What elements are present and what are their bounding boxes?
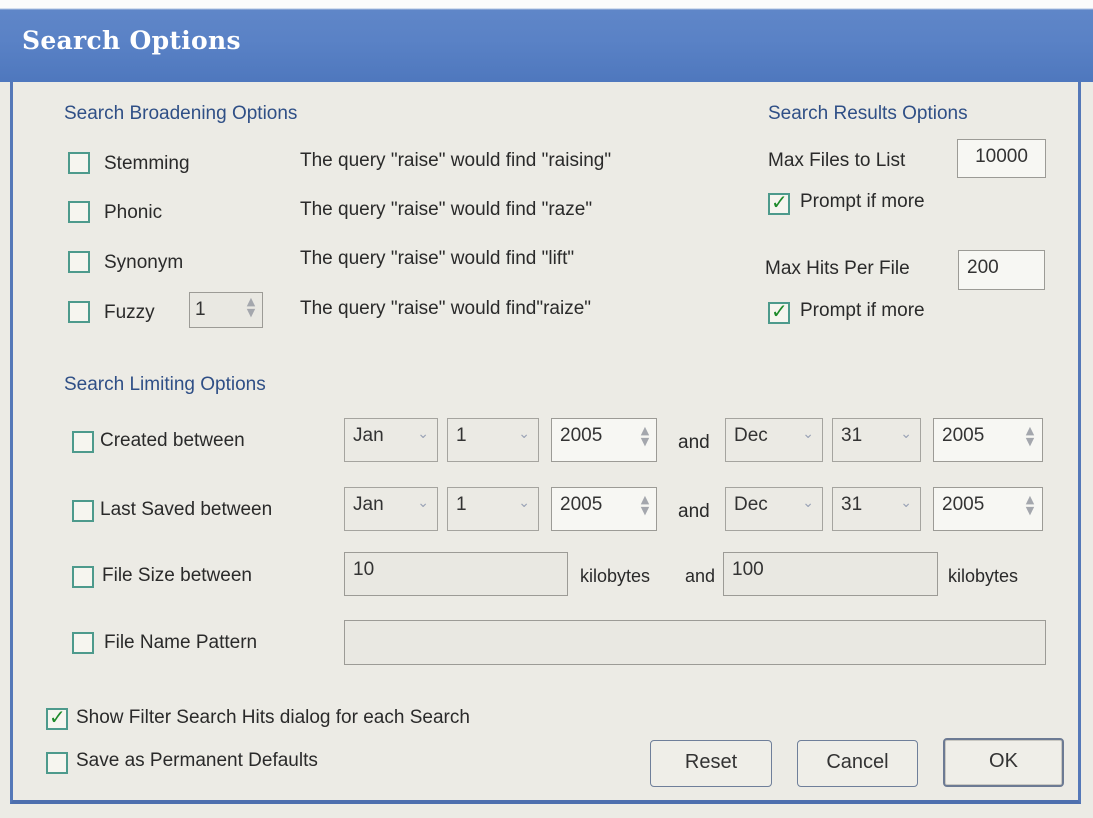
created-to-day-select[interactable]: 31 ⌄ [832, 418, 921, 462]
last-saved-from-year: 2005 [560, 494, 603, 515]
last-saved-to-month-select[interactable]: Dec ⌄ [725, 487, 823, 531]
file-size-from-input[interactable]: 10 [344, 552, 568, 596]
reset-button[interactable]: Reset [650, 740, 772, 787]
prompt-hits-checkbox[interactable] [768, 299, 790, 324]
fuzzy-checkbox[interactable] [68, 301, 90, 323]
chevron-down-icon: ⌄ [518, 426, 530, 442]
chevron-down-icon: ⌄ [518, 495, 530, 511]
ok-button[interactable]: OK [943, 738, 1064, 787]
last-saved-from-day: 1 [456, 494, 467, 515]
chevron-down-icon: ⌄ [802, 495, 814, 511]
synonym-description: The query "raise" would find "lift" [300, 248, 575, 269]
chevron-down-icon: ⌄ [900, 495, 912, 511]
last-saved-from-month: Jan [353, 494, 384, 515]
file-size-checkbox[interactable] [72, 566, 94, 588]
last-saved-checkbox[interactable] [72, 500, 94, 522]
max-files-input[interactable]: 10000 [957, 139, 1046, 178]
stemming-checkbox[interactable] [68, 152, 90, 174]
file-size-label: File Size between [102, 565, 252, 586]
created-to-month: Dec [734, 425, 768, 446]
max-files-label: Max Files to List [768, 150, 906, 171]
created-and-label: and [678, 432, 710, 453]
created-to-day: 31 [841, 425, 863, 446]
prompt-hits-label: Prompt if more [800, 300, 925, 321]
save-defaults-label: Save as Permanent Defaults [76, 750, 318, 771]
prompt-files-checkbox[interactable] [768, 190, 790, 215]
last-saved-label: Last Saved between [100, 499, 273, 520]
spinner-arrows-icon[interactable]: ▲ ▼ [637, 494, 653, 516]
chevron-down-icon: ⌄ [802, 426, 814, 442]
created-checkbox[interactable] [72, 431, 94, 453]
created-from-year: 2005 [560, 425, 603, 446]
last-saved-to-month: Dec [734, 494, 768, 515]
file-size-from-unit: kilobytes [580, 566, 651, 586]
created-to-year: 2005 [942, 425, 985, 446]
synonym-checkbox[interactable] [68, 251, 90, 273]
file-name-label: File Name Pattern [104, 632, 258, 653]
last-saved-and-label: and [678, 501, 710, 522]
phonic-checkbox[interactable] [68, 201, 90, 223]
spinner-arrows-icon[interactable]: ▲ ▼ [243, 296, 259, 318]
last-saved-to-day: 31 [841, 494, 863, 515]
last-saved-from-month-select[interactable]: Jan ⌄ [344, 487, 438, 531]
show-filter-label: Show Filter Search Hits dialog for each … [76, 707, 470, 728]
synonym-label: Synonym [104, 252, 184, 273]
created-from-day: 1 [456, 425, 467, 446]
prompt-files-label: Prompt if more [800, 191, 925, 212]
max-hits-input[interactable]: 200 [958, 250, 1045, 290]
file-name-checkbox[interactable] [72, 632, 94, 654]
last-saved-to-year: 2005 [942, 494, 985, 515]
show-filter-checkbox[interactable] [46, 705, 68, 730]
save-defaults-checkbox[interactable] [46, 752, 68, 774]
max-hits-label: Max Hits Per File [765, 258, 910, 279]
file-size-and-label: and [685, 566, 716, 586]
spinner-arrows-icon[interactable]: ▲ ▼ [637, 425, 653, 447]
window-title: Search Options [22, 26, 241, 55]
results-heading: Search Results Options [768, 103, 968, 124]
last-saved-to-day-select[interactable]: 31 ⌄ [832, 487, 921, 531]
file-size-to-input[interactable]: 100 [723, 552, 938, 596]
fuzzy-label: Fuzzy [104, 302, 155, 323]
chevron-down-icon: ⌄ [417, 495, 429, 511]
created-to-month-select[interactable]: Dec ⌄ [725, 418, 823, 462]
spinner-arrows-icon[interactable]: ▲ ▼ [1022, 425, 1038, 447]
fuzzy-description: The query "raise" would find"raize" [300, 298, 592, 319]
created-from-day-select[interactable]: 1 ⌄ [447, 418, 539, 462]
spinner-arrows-icon[interactable]: ▲ ▼ [1022, 494, 1038, 516]
fuzzy-level-value: 1 [195, 299, 206, 320]
file-size-to-unit: kilobytes [948, 566, 1019, 586]
chevron-down-icon: ⌄ [417, 426, 429, 442]
last-saved-from-day-select[interactable]: 1 ⌄ [447, 487, 539, 531]
created-from-month: Jan [353, 425, 384, 446]
stemming-description: The query "raise" would find "raising" [300, 150, 612, 171]
created-from-month-select[interactable]: Jan ⌄ [344, 418, 438, 462]
phonic-label: Phonic [104, 202, 163, 223]
chevron-down-icon: ⌄ [900, 426, 912, 442]
phonic-description: The query "raise" would find "raze" [300, 199, 593, 220]
cancel-button[interactable]: Cancel [797, 740, 918, 787]
broadening-heading: Search Broadening Options [64, 103, 298, 124]
limiting-heading: Search Limiting Options [64, 374, 266, 395]
stemming-label: Stemming [104, 153, 190, 174]
file-name-pattern-input[interactable] [344, 620, 1046, 665]
created-label: Created between [100, 430, 245, 451]
